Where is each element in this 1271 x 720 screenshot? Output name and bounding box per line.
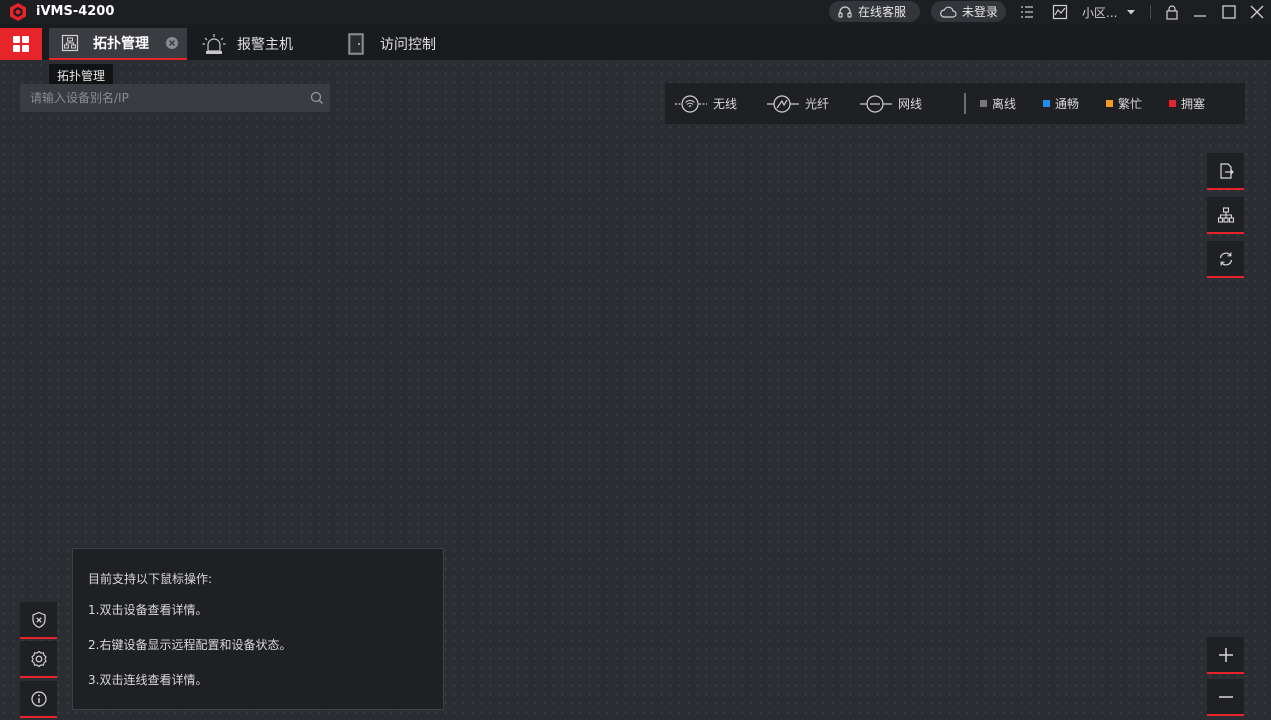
list-icon[interactable] (1019, 4, 1035, 20)
legend-cable: 网线 (860, 83, 922, 124)
online-service-button[interactable]: 在线客服 (829, 1, 920, 22)
topology-layout-button[interactable] (1207, 197, 1244, 234)
device-search (20, 84, 330, 112)
tab-topology[interactable]: 拓扑管理 (49, 28, 187, 60)
zoom-in-button[interactable] (1207, 637, 1244, 674)
tab-alarm-host[interactable]: 报警主机 (202, 28, 322, 60)
gear-icon (30, 650, 47, 667)
cable-link-icon (860, 94, 892, 113)
help-line-1: 1.双击设备查看详情。 (88, 603, 208, 617)
busy-swatch (1106, 100, 1113, 107)
legend-panel: 无线 光纤 网线 离线 通畅 繁忙 拥塞 (665, 83, 1245, 124)
mouse-help-panel: 目前支持以下鼠标操作: 1.双击设备查看详情。 2.右键设备显示远程配置和设备状… (72, 548, 444, 710)
tab-access-control[interactable]: 访问控制 (348, 28, 458, 60)
legend-busy: 繁忙 (1106, 83, 1142, 124)
security-button[interactable] (20, 602, 57, 639)
topology-icon (61, 34, 79, 52)
refresh-icon (1219, 252, 1232, 265)
login-button[interactable]: 未登录 (931, 1, 1006, 22)
refresh-button[interactable] (1207, 241, 1244, 278)
tab-topology-label: 拓扑管理 (93, 36, 149, 52)
legend-congested: 拥塞 (1169, 83, 1205, 124)
lock-icon[interactable] (1164, 4, 1180, 20)
legend-offline-label: 离线 (992, 97, 1017, 111)
home-button[interactable] (0, 28, 42, 60)
login-status-label: 未登录 (962, 5, 999, 19)
help-line-3: 3.双击连线查看详情。 (88, 673, 208, 687)
cloud-icon (940, 6, 957, 18)
offline-swatch (980, 100, 987, 107)
zoom-out-button[interactable] (1207, 679, 1244, 716)
help-line-2: 2.右键设备显示远程配置和设备状态。 (88, 638, 292, 652)
legend-wireless-label: 无线 (713, 97, 738, 111)
legend-offline: 离线 (980, 83, 1016, 124)
info-button[interactable] (20, 681, 57, 718)
shield-icon (31, 611, 46, 628)
fiber-link-icon (767, 94, 799, 113)
legend-cable-label: 网线 (898, 97, 923, 111)
minus-icon (1218, 695, 1233, 698)
export-button[interactable] (1207, 153, 1244, 190)
logo-icon (10, 3, 26, 21)
community-label[interactable]: 小区... (1082, 4, 1117, 21)
smooth-swatch (1043, 100, 1050, 107)
legend-smooth: 通畅 (1043, 83, 1079, 124)
door-icon (348, 33, 364, 55)
chevron-down-icon[interactable] (1125, 6, 1137, 18)
alarm-siren-icon (202, 34, 226, 54)
tab-access-control-label: 访问控制 (380, 37, 436, 53)
legend-busy-label: 繁忙 (1118, 97, 1143, 111)
help-title: 目前支持以下鼠标操作: (88, 572, 213, 586)
app-title: iVMS-4200 (36, 4, 115, 19)
settings-button[interactable] (20, 641, 57, 678)
minimize-icon[interactable] (1192, 4, 1208, 20)
search-input[interactable] (20, 84, 310, 112)
export-file-icon (1219, 162, 1234, 179)
title-bar: iVMS-4200 在线客服 未登录 小区... (0, 0, 1271, 24)
congested-swatch (1169, 100, 1176, 107)
plus-icon (1218, 647, 1233, 662)
legend-divider (964, 93, 966, 114)
search-icon[interactable] (310, 91, 324, 105)
legend-fiber-label: 光纤 (805, 97, 830, 111)
tab-tooltip: 拓扑管理 (49, 64, 114, 86)
online-service-label: 在线客服 (858, 5, 907, 19)
maximize-icon[interactable] (1221, 4, 1237, 20)
legend-congested-label: 拥塞 (1181, 97, 1206, 111)
grid-icon (13, 36, 29, 52)
legend-smooth-label: 通畅 (1055, 97, 1080, 111)
monitor-icon[interactable] (1052, 4, 1068, 20)
wireless-link-icon (675, 94, 707, 113)
title-divider (1150, 5, 1151, 19)
headset-icon (838, 5, 852, 18)
legend-fiber: 光纤 (767, 83, 829, 124)
tab-alarm-host-label: 报警主机 (237, 37, 293, 53)
info-icon (30, 690, 47, 707)
tab-bar (0, 24, 1271, 60)
legend-wireless: 无线 (675, 83, 737, 124)
org-tree-icon (1217, 206, 1234, 223)
tab-close-icon[interactable] (165, 36, 179, 50)
close-icon[interactable] (1249, 4, 1265, 20)
